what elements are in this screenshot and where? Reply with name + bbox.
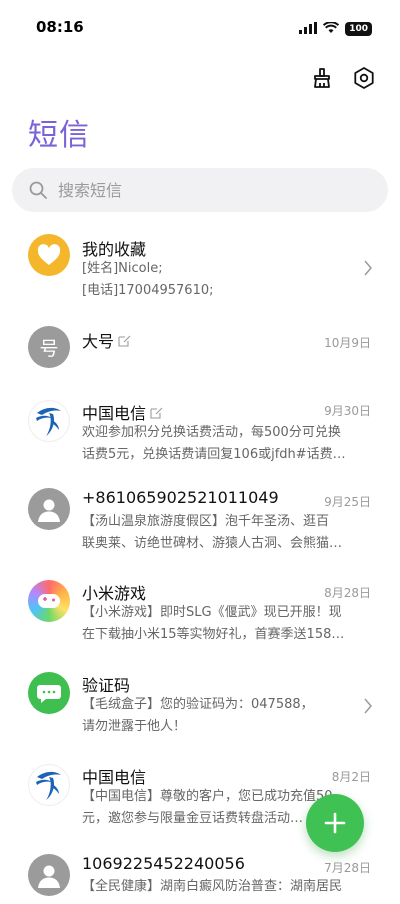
cleanup-brush-icon[interactable] <box>308 64 336 92</box>
edit-icon <box>150 407 163 419</box>
conversation-title: 1069225452240056 <box>82 854 245 873</box>
conversation-title: 验证码 <box>82 676 131 695</box>
conversation-date: 8月2日 <box>331 770 371 784</box>
conversation-date: 10月9日 <box>324 336 371 350</box>
conversation-title: 中国电信 <box>82 768 147 787</box>
conversation-item[interactable]: 我的收藏 [姓名]Nicole; [电话]17004957610; <box>0 222 400 304</box>
page-title: 短信 <box>28 118 90 153</box>
add-icon <box>324 812 346 834</box>
status-icons: 100 <box>299 19 372 38</box>
conversation-date: 9月25日 <box>324 495 371 509</box>
conversation-item[interactable]: 验证码 【毛绒盒子】您的验证码为：047588， 请勿泄露于他人！ <box>0 644 400 734</box>
verification-code-icon <box>28 672 70 714</box>
conversation-item[interactable]: 中国电信 9月30日 欢迎参加积分兑换话费活动，每500分可兑换 话费5元，兑换… <box>0 384 400 464</box>
contact-avatar-icon <box>28 854 70 896</box>
status-bar: 08:16 100 <box>0 0 400 56</box>
conversation-title: 中国电信 <box>82 400 163 424</box>
edit-icon <box>118 335 131 347</box>
settings-gear-icon[interactable] <box>350 64 378 92</box>
top-actions <box>308 64 378 92</box>
avatar: 号 <box>28 326 70 368</box>
search-icon <box>29 181 47 199</box>
conversation-date: 7月28日 <box>324 861 371 875</box>
conversation-preview: [姓名]Nicole; [电话]17004957610; <box>82 261 214 298</box>
wifi-icon <box>323 19 340 38</box>
battery-indicator: 100 <box>345 21 372 36</box>
conversation-date: 8月28日 <box>324 586 371 600</box>
conversation-title: 大号 <box>82 328 131 352</box>
conversation-item[interactable]: 小米游戏 8月28日 【小米游戏】即时SLG《偃武》现已开服！现 在下载抽小米1… <box>0 554 400 644</box>
conversation-date: 9月30日 <box>324 404 371 418</box>
status-time: 08:16 <box>36 18 84 36</box>
contact-avatar-icon <box>28 488 70 530</box>
favorites-heart-icon <box>28 234 70 276</box>
conversation-preview: 【毛绒盒子】您的验证码为：047588， 请勿泄露于他人！ <box>82 697 314 734</box>
new-message-button[interactable] <box>306 794 364 852</box>
conversation-preview: 【小米游戏】即时SLG《偃武》现已开服！现 在下载抽小米15等实物好礼，首赛季送… <box>82 605 345 642</box>
conversation-item[interactable]: 号 大号 10月9日 <box>0 304 400 384</box>
conversation-preview: 【全民健康】湖南白癜风防治普查：湖南居民 <box>82 879 343 894</box>
conversation-title: +861065902521011049 <box>82 488 279 507</box>
chevron-right-icon <box>364 260 372 276</box>
conversation-preview: 【汤山温泉旅游度假区】泡千年圣汤、逛百 联奥莱、访绝世碑材、游猿人古洞、会熊猫… <box>82 514 343 551</box>
signal-icon <box>299 19 318 38</box>
xiaomi-game-icon <box>28 580 70 622</box>
search-input[interactable] <box>56 179 360 201</box>
conversation-title: 我的收藏 <box>82 240 147 259</box>
china-telecom-logo <box>28 764 70 806</box>
chevron-right-icon <box>364 698 372 714</box>
conversation-title: 小米游戏 <box>82 584 147 603</box>
conversation-preview: 欢迎参加积分兑换话费活动，每500分可兑换 话费5元，兑换话费请回复106或jf… <box>82 425 346 462</box>
china-telecom-logo <box>28 400 70 442</box>
search-bar[interactable] <box>12 168 388 212</box>
conversation-item[interactable]: +861065902521011049 9月25日 【汤山温泉旅游度假区】泡千年… <box>0 464 400 554</box>
